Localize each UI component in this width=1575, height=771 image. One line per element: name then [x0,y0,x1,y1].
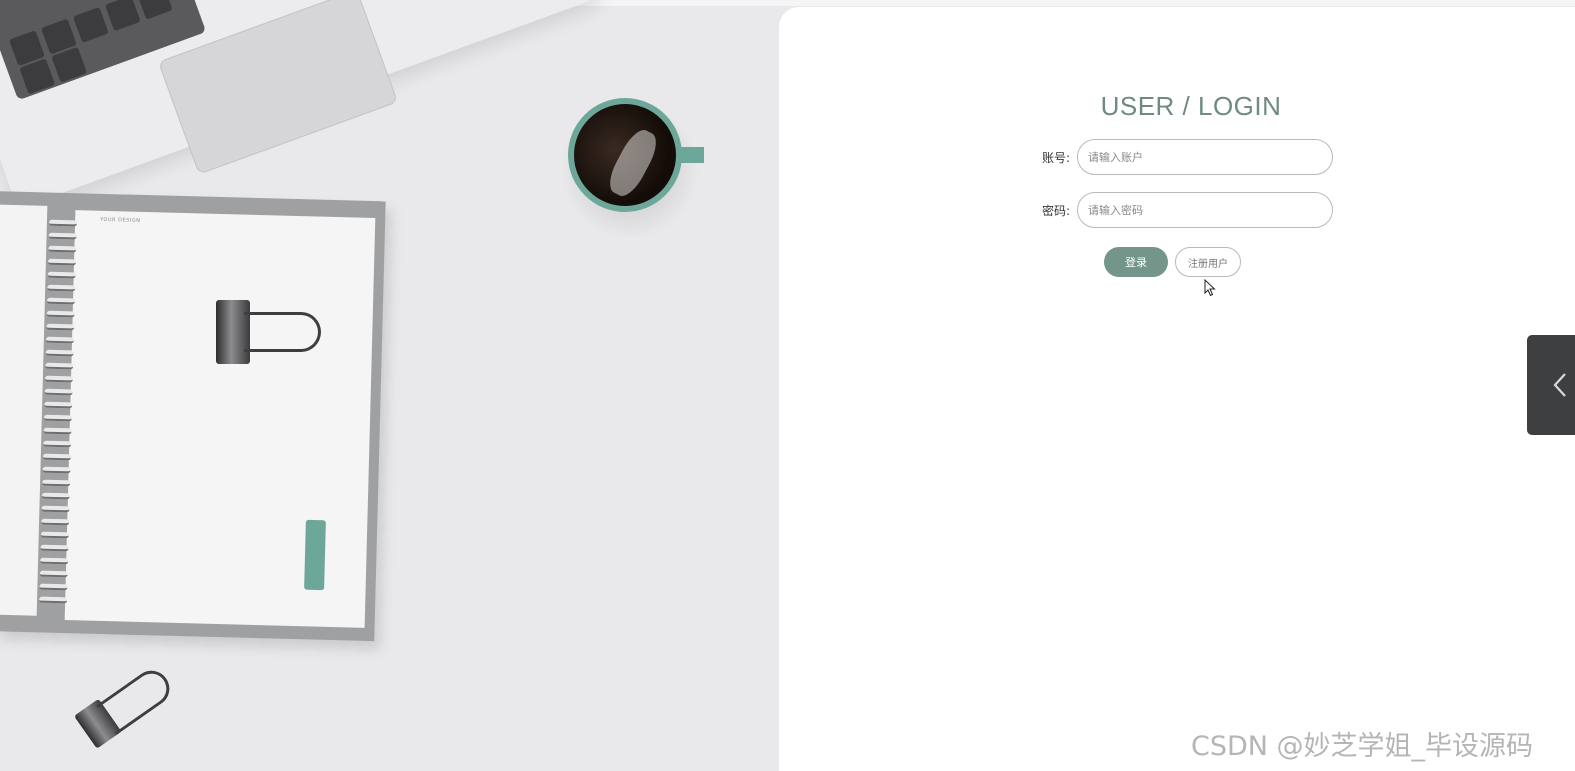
spiral-ring [45,336,75,344]
login-button[interactable]: 登录 [1104,247,1168,277]
spiral-ring [47,284,76,292]
spiral-ring [46,323,75,331]
notebook-page: YOUR DESIGN [64,210,376,628]
login-panel: USER / LOGIN 账号: 密码: 登录 注册用户 [779,7,1575,771]
spiral-ring [46,310,75,318]
coffee-cup-image [568,98,682,212]
account-input[interactable] [1077,139,1333,175]
spiral-ring [43,427,72,435]
watermark: CSDN @妙芝学姐_毕设源码 [1191,731,1534,762]
spiral-ring [48,232,77,240]
account-label: 账号: [1042,151,1071,165]
spiral-ring [41,505,70,513]
chevron-left-icon [1553,373,1566,397]
spiral-ring [40,544,69,552]
spiral-ring [39,596,68,604]
register-button[interactable]: 注册用户 [1175,247,1241,277]
spiral-ring [43,414,72,422]
eraser-image [304,519,326,591]
side-panel-toggle[interactable] [1527,335,1575,435]
mouse-cursor-icon [1204,279,1216,297]
password-input[interactable] [1077,192,1333,228]
spiral-ring [43,440,72,448]
spiral-ring [42,479,71,487]
spiral-ring [48,219,78,227]
spiral-ring [45,349,74,357]
password-label: 密码: [1042,204,1071,218]
spiral-ring [44,375,73,383]
spiral-ring [40,531,69,539]
spiral-ring [40,557,69,565]
spiral-ring [42,453,71,461]
background-desk-scene: YOUR DESIGN [0,0,800,771]
spiral-ring [39,583,68,591]
login-page: YOUR DESIGN USER / LOGIN 账号: 密码: 登录 注册用户 [0,0,1575,771]
spiral-ring [45,362,74,370]
spiral-ring [44,401,73,409]
spiral-ring [47,258,77,266]
spiral-ring [42,466,71,474]
spiral-ring [46,297,76,305]
spiral-ring [41,492,70,500]
spiral-ring [47,271,76,279]
spiral-ring [39,570,68,578]
login-title: USER / LOGIN [1100,91,1282,121]
spiral-ring [44,388,73,396]
spiral-ring [48,245,77,253]
spiral-ring [41,518,70,526]
notebook-page-label: YOUR DESIGN [100,216,141,224]
